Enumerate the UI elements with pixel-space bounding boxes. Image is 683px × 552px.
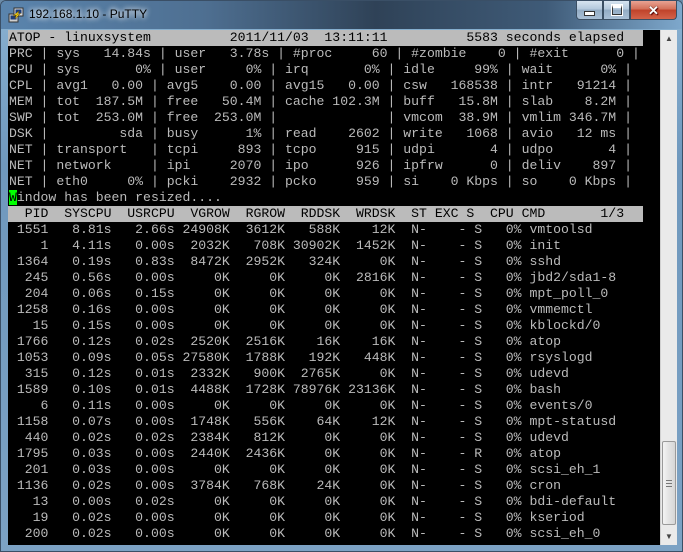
system-stat-line: NET | transport | tcpi 893 | tcpo 915 | … [9, 142, 632, 157]
scroll-up-arrow-icon: ▲ [665, 34, 673, 43]
scroll-down-arrow-icon: ▼ [665, 532, 673, 541]
resize-message: Window has been resized.... [8, 190, 660, 206]
scroll-down-button[interactable]: ▼ [661, 528, 677, 545]
process-row[interactable]: 1766 0.12s 0.02s 2520K 2516K 16K 16K N- … [8, 334, 660, 350]
maximize-icon [610, 4, 623, 16]
system-stat-line: NET | eth0 0% | pcki 2932 | pcko 959 | s… [9, 174, 632, 189]
system-stat-line: DSK | sda | busy 1% | read 2602 | write … [9, 126, 632, 141]
process-table: 1551 8.81s 2.66s 24908K 3612K 588K 12K N… [8, 222, 660, 542]
terminal-screen[interactable]: ATOP - linuxsystem 2011/11/03 13:11:11 5… [8, 30, 660, 545]
maximize-button[interactable] [603, 1, 630, 20]
scroll-up-button[interactable]: ▲ [661, 30, 677, 47]
vertical-scrollbar[interactable]: ▲ ▼ [660, 30, 677, 545]
atop-header: ATOP - linuxsystem 2011/11/03 13:11:11 5… [8, 30, 643, 46]
close-icon: ✕ [648, 2, 659, 18]
process-row[interactable]: 201 0.03s 0.00s 0K 0K 0K 0K N- - S 0% sc… [8, 462, 660, 478]
system-stats: PRC | sys 14.84s | user 3.78s | #proc 60… [8, 46, 660, 190]
system-stat-line: CPL | avg1 0.00 | avg5 0.00 | avg15 0.00… [9, 78, 632, 93]
caption-buttons: ✕ [576, 1, 677, 21]
terminal-cursor: W [9, 190, 17, 205]
putty-window: 192.168.1.10 - PuTTY ✕ ATOP - linuxsyste… [0, 0, 683, 552]
process-row[interactable]: 1158 0.07s 0.00s 1748K 556K 64K 12K N- -… [8, 414, 660, 430]
system-stat-line: SWP | tot 253.0M | free 253.0M | | vmcom… [9, 110, 632, 125]
process-row[interactable]: 1 4.11s 0.00s 2032K 708K 30902K 1452K N-… [8, 238, 660, 254]
system-stat-line: MEM | tot 187.5M | free 50.4M | cache 10… [9, 94, 632, 109]
process-row[interactable]: 1258 0.16s 0.00s 0K 0K 0K 0K N- - S 0% v… [8, 302, 660, 318]
process-row[interactable]: 15 0.15s 0.00s 0K 0K 0K 0K N- - S 0% kbl… [8, 318, 660, 334]
process-row[interactable]: 204 0.06s 0.15s 0K 0K 0K 0K N- - S 0% mp… [8, 286, 660, 302]
title-bar[interactable]: 192.168.1.10 - PuTTY ✕ [1, 1, 682, 29]
minimize-button[interactable] [576, 1, 603, 20]
process-row[interactable]: 200 0.02s 0.00s 0K 0K 0K 0K N- - S 0% sc… [8, 526, 660, 542]
process-row[interactable]: 6 0.11s 0.00s 0K 0K 0K 0K N- - S 0% even… [8, 398, 660, 414]
process-row[interactable]: 315 0.12s 0.01s 2332K 900K 2765K 0K N- -… [8, 366, 660, 382]
process-table-header: PID SYSCPU USRCPU VGROW RGROW RDDSK WRDS… [8, 206, 643, 222]
system-stat-line: CPU | sys 0% | user 0% | irq 0% | idle 9… [9, 62, 632, 77]
minimize-icon [584, 10, 595, 16]
window-title: 192.168.1.10 - PuTTY [29, 7, 148, 21]
process-row[interactable]: 1551 8.81s 2.66s 24908K 3612K 588K 12K N… [8, 222, 660, 238]
putty-icon [8, 7, 24, 23]
grip-icon [666, 479, 672, 487]
close-button[interactable]: ✕ [630, 1, 677, 20]
process-row[interactable]: 1053 0.09s 0.05s 27580K 1788K 192K 448K … [8, 350, 660, 366]
scrollbar-thumb[interactable] [662, 441, 676, 525]
resize-message-text: indow has been resized.... [16, 190, 222, 205]
process-row[interactable]: 245 0.56s 0.00s 0K 0K 0K 2816K N- - S 0%… [8, 270, 660, 286]
process-row[interactable]: 440 0.02s 0.02s 2384K 812K 0K 0K N- - S … [8, 430, 660, 446]
process-row[interactable]: 1795 0.03s 0.00s 2440K 2436K 0K 0K N- - … [8, 446, 660, 462]
process-row[interactable]: 13 0.00s 0.02s 0K 0K 0K 0K N- - S 0% bdi… [8, 494, 660, 510]
system-stat-line: PRC | sys 14.84s | user 3.78s | #proc 60… [9, 46, 640, 61]
process-row[interactable]: 1364 0.19s 0.83s 8472K 2952K 324K 0K N- … [8, 254, 660, 270]
process-row[interactable]: 1136 0.02s 0.00s 3784K 768K 24K 0K N- - … [8, 478, 660, 494]
process-row[interactable]: 19 0.02s 0.00s 0K 0K 0K 0K N- - S 0% kse… [8, 510, 660, 526]
system-stat-line: NET | network | ipi 2070 | ipo 926 | ipf… [9, 158, 632, 173]
process-row[interactable]: 1589 0.10s 0.01s 4488K 1728K 78976K 2313… [8, 382, 660, 398]
